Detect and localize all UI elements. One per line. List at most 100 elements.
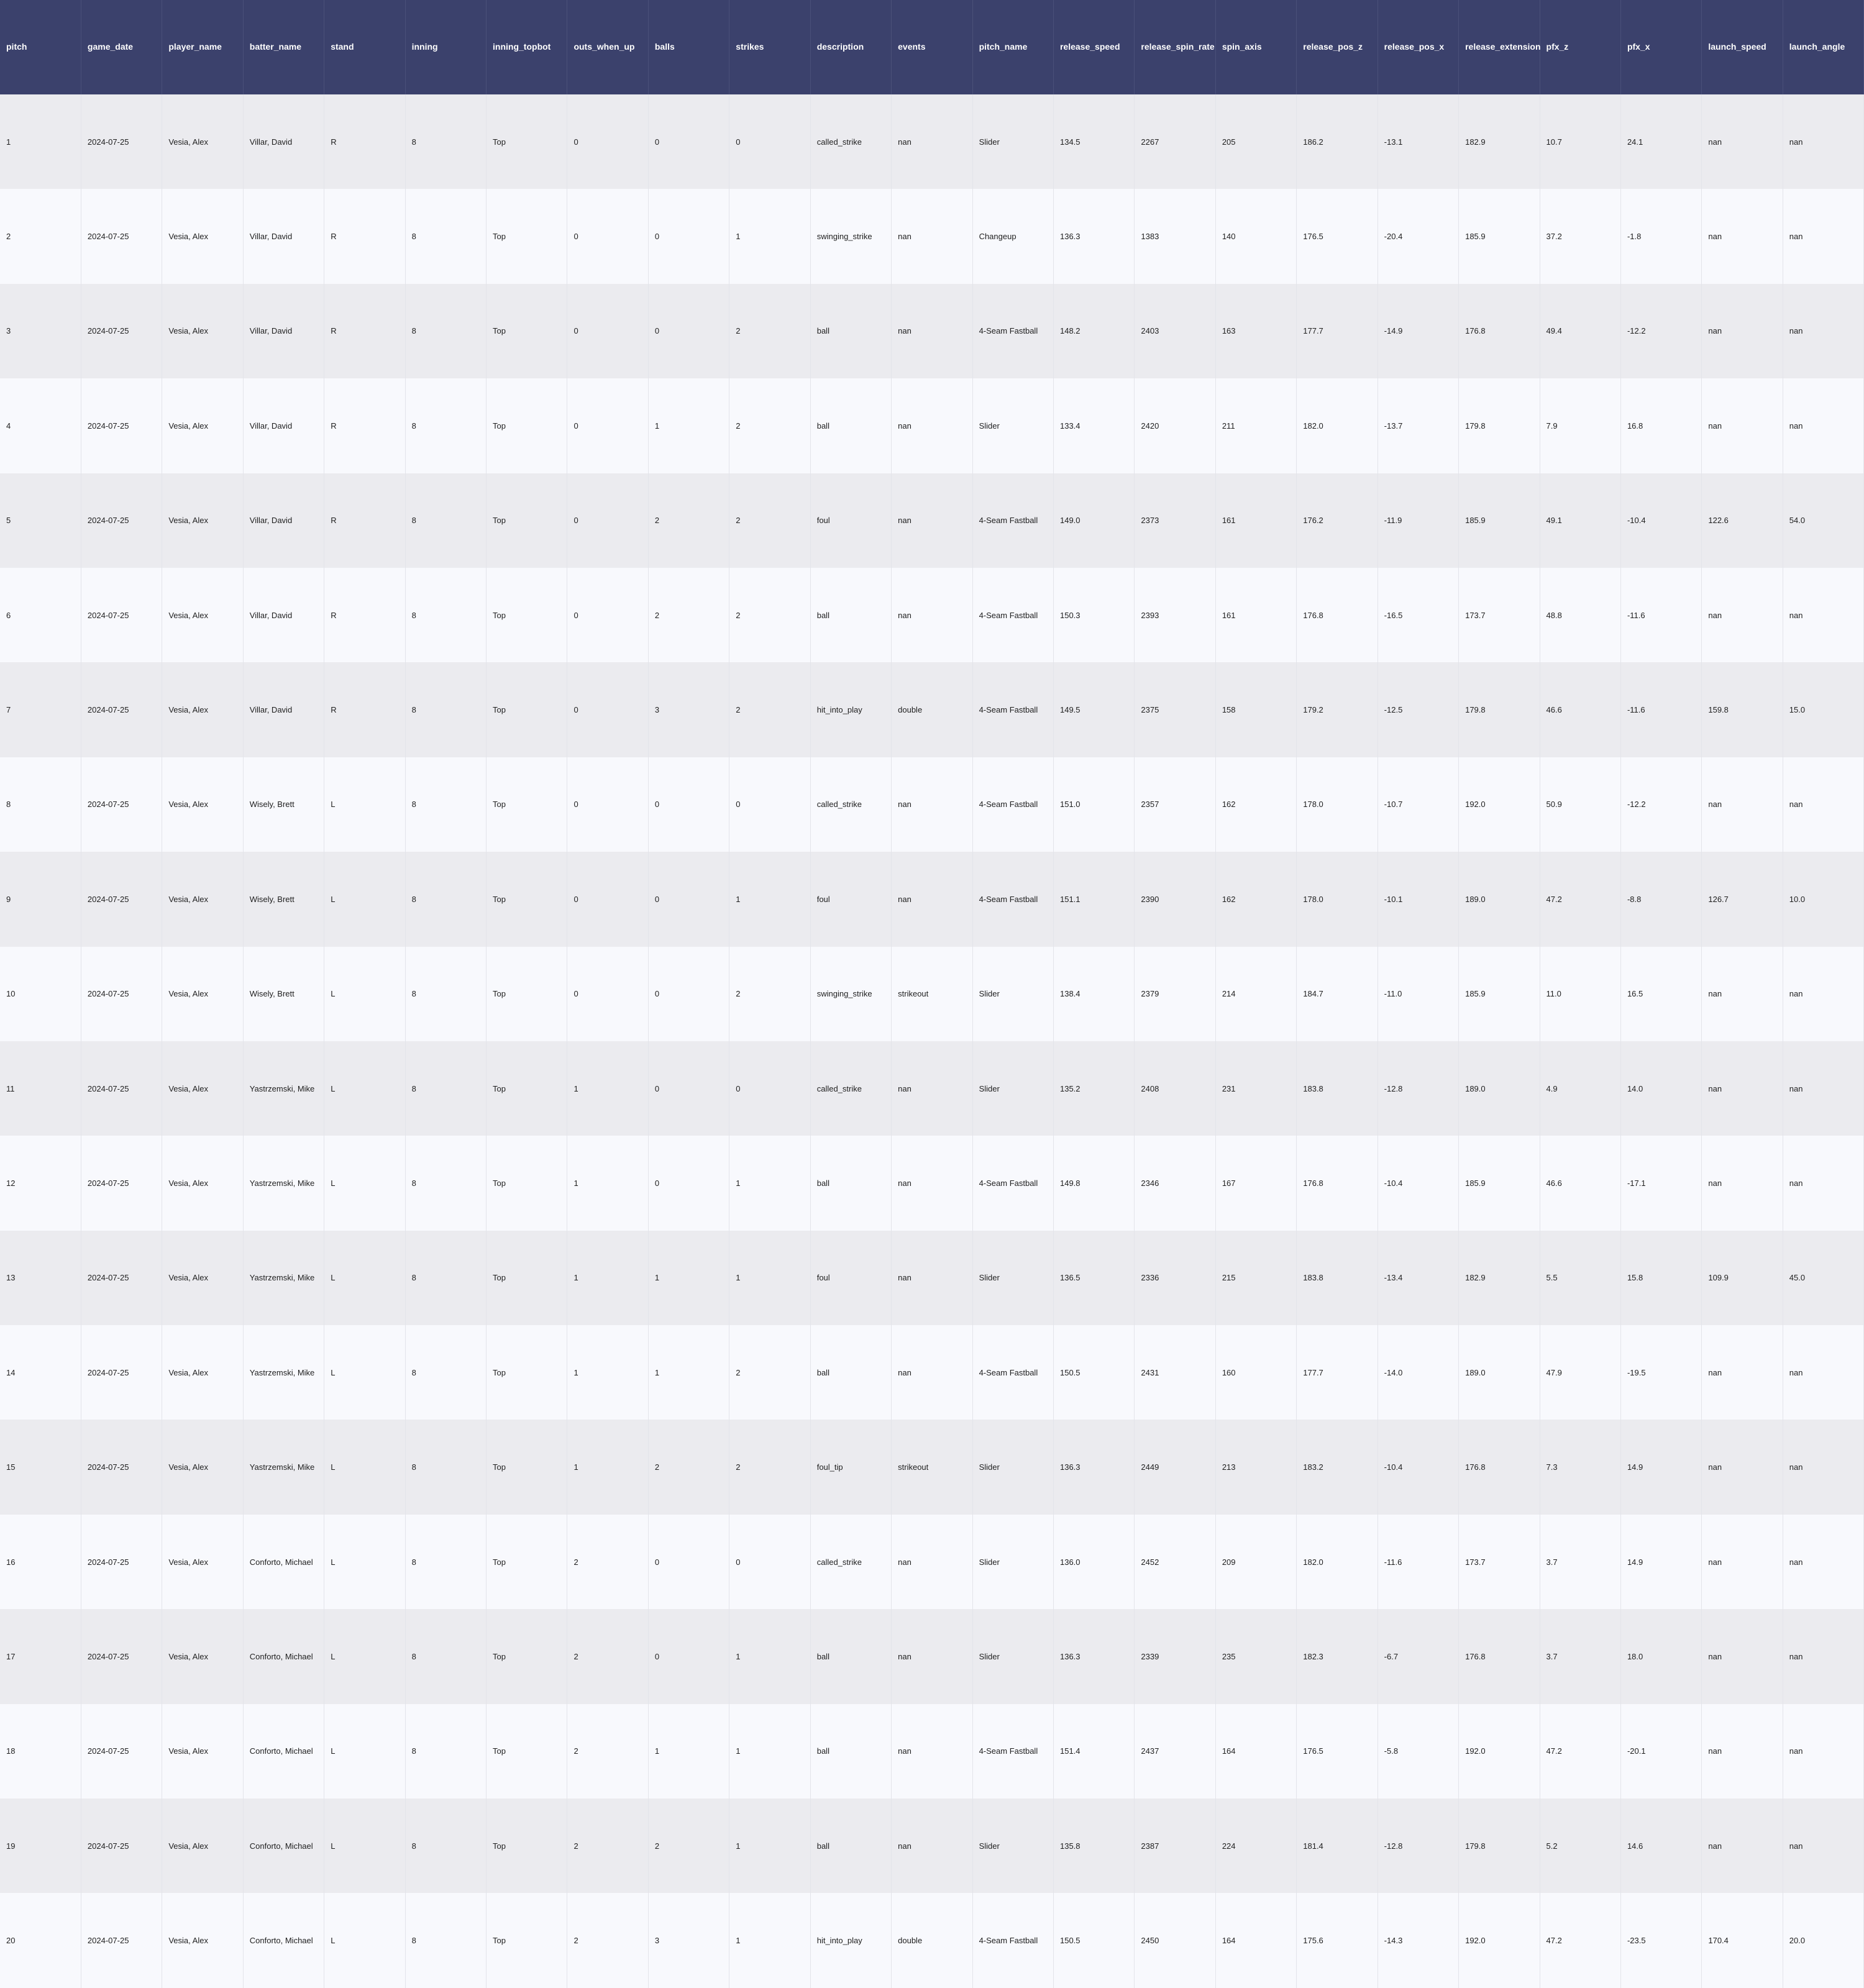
table-cell-strikes: 0 bbox=[729, 1041, 811, 1136]
table-cell-release-speed: 135.2 bbox=[1053, 1041, 1135, 1136]
table-row: 6 2024-07-25 Vesia, Alex Villar, David R 8 Top… bbox=[0, 567, 1864, 663]
table-cell-description: ball bbox=[810, 1609, 892, 1704]
table-cell-release-pos-z: 176.8 bbox=[1296, 567, 1378, 663]
table-cell-outs-when-up: 0 bbox=[567, 473, 649, 568]
table-cell-pfx-z: 49.4 bbox=[1540, 283, 1621, 379]
table-cell-spin-axis: 231 bbox=[1215, 1041, 1297, 1136]
table-cell-release-extension: 182.9 bbox=[1458, 1230, 1540, 1326]
table-cell-release-pos-x: -12.8 bbox=[1377, 1799, 1460, 1894]
table-cell-pitch: 16 bbox=[0, 1514, 81, 1610]
table-cell-spin-axis: 211 bbox=[1215, 378, 1297, 473]
column-header-label: game_date bbox=[87, 42, 134, 52]
table-cell-release-pos-x: -6.7 bbox=[1377, 1609, 1460, 1704]
table-cell-batter-name: Yastrzemski, Mike bbox=[243, 1136, 325, 1231]
table-cell-outs-when-up: 1 bbox=[567, 1230, 649, 1326]
column-header-events: events bbox=[891, 0, 973, 94]
table-cell-spin-axis: 158 bbox=[1215, 662, 1297, 757]
table-cell-release-pos-z: 178.0 bbox=[1296, 852, 1378, 947]
table-cell-inning: 8 bbox=[405, 378, 487, 473]
table-cell-pitch-name: 4-Seam Fastball bbox=[972, 1325, 1054, 1420]
table-cell-launch-speed: 126.7 bbox=[1701, 852, 1783, 947]
table-cell-player-name: Vesia, Alex bbox=[162, 94, 244, 189]
table-cell-balls: 2 bbox=[648, 1420, 730, 1515]
table-cell-release-pos-x: -14.9 bbox=[1377, 283, 1460, 379]
table-cell-events: nan bbox=[891, 1609, 973, 1704]
table-cell-events: strikeout bbox=[891, 946, 973, 1041]
table-cell-pitch-name: Slider bbox=[972, 946, 1054, 1041]
table-cell-release-pos-x: -13.7 bbox=[1377, 378, 1460, 473]
table-cell-inning: 8 bbox=[405, 1893, 487, 1988]
table-cell-pfx-x: -12.2 bbox=[1620, 757, 1702, 852]
table-cell-pfx-x: -20.1 bbox=[1620, 1703, 1702, 1799]
table-cell-inning: 8 bbox=[405, 946, 487, 1041]
table-cell-pfx-x: -17.1 bbox=[1620, 1136, 1702, 1231]
table-cell-spin-axis: 160 bbox=[1215, 1325, 1297, 1420]
table-cell-pitch-name: Slider bbox=[972, 1799, 1054, 1894]
table-cell-description: foul bbox=[810, 473, 892, 568]
table-cell-release-pos-z: 182.0 bbox=[1296, 378, 1378, 473]
table-cell-events: nan bbox=[891, 283, 973, 379]
table-cell-pitch: 3 bbox=[0, 283, 81, 379]
table-cell-outs-when-up: 0 bbox=[567, 852, 649, 947]
table-cell-release-speed: 133.4 bbox=[1053, 378, 1135, 473]
table-cell-strikes: 1 bbox=[729, 1893, 811, 1988]
table-cell-pfx-z: 7.9 bbox=[1540, 378, 1621, 473]
table-cell-launch-angle: 15.0 bbox=[1783, 662, 1864, 757]
table-cell-outs-when-up: 2 bbox=[567, 1514, 649, 1610]
table-cell-release-extension: 176.8 bbox=[1458, 1420, 1540, 1515]
table-cell-pitch-name: Slider bbox=[972, 94, 1054, 189]
table-cell-player-name: Vesia, Alex bbox=[162, 1230, 244, 1326]
table-cell-release-extension: 189.0 bbox=[1458, 1041, 1540, 1136]
table-cell-batter-name: Yastrzemski, Mike bbox=[243, 1420, 325, 1515]
table-cell-inning-topbot: Top bbox=[486, 567, 568, 663]
table-cell-inning-topbot: Top bbox=[486, 1799, 568, 1894]
table-cell-player-name: Vesia, Alex bbox=[162, 946, 244, 1041]
table-cell-launch-speed: 122.6 bbox=[1701, 473, 1783, 568]
table-row: 9 2024-07-25 Vesia, Alex Wisely, Brett L 8 Top… bbox=[0, 852, 1864, 947]
table-row: 19 2024-07-25 Vesia, Alex Conforto, Michael… bbox=[0, 1799, 1864, 1894]
table-row: 15 2024-07-25 Vesia, Alex Yastrzemski, Mike… bbox=[0, 1420, 1864, 1515]
table-cell-player-name: Vesia, Alex bbox=[162, 1420, 244, 1515]
table-cell-stand: L bbox=[324, 1514, 406, 1610]
table-cell-outs-when-up: 0 bbox=[567, 378, 649, 473]
table-cell-pitch: 9 bbox=[0, 852, 81, 947]
table-cell-launch-angle: nan bbox=[1783, 189, 1864, 284]
table-cell-batter-name: Yastrzemski, Mike bbox=[243, 1041, 325, 1136]
table-cell-batter-name: Wisely, Brett bbox=[243, 946, 325, 1041]
table-cell-launch-angle: nan bbox=[1783, 1041, 1864, 1136]
table-cell-pfx-z: 46.6 bbox=[1540, 1136, 1621, 1231]
table-cell-player-name: Vesia, Alex bbox=[162, 1703, 244, 1799]
table-cell-release-pos-z: 182.0 bbox=[1296, 1514, 1378, 1610]
table-cell-description: hit_into_play bbox=[810, 662, 892, 757]
table-cell-balls: 0 bbox=[648, 1514, 730, 1610]
table-cell-release-pos-z: 184.7 bbox=[1296, 946, 1378, 1041]
table-cell-inning-topbot: Top bbox=[486, 1609, 568, 1704]
table-cell-inning-topbot: Top bbox=[486, 1420, 568, 1515]
table-cell-balls: 1 bbox=[648, 1230, 730, 1326]
table-cell-inning-topbot: Top bbox=[486, 1136, 568, 1231]
table-cell-release-spin-rate: 2336 bbox=[1134, 1230, 1216, 1326]
column-header-release-pos-x: release_pos_x bbox=[1377, 0, 1460, 94]
table-cell-launch-speed: nan bbox=[1701, 1325, 1783, 1420]
table-cell-pfx-z: 5.5 bbox=[1540, 1230, 1621, 1326]
column-header-outs-when-up: outs_when_up bbox=[567, 0, 649, 94]
table-cell-inning: 8 bbox=[405, 1703, 487, 1799]
column-header-batter-name: batter_name bbox=[243, 0, 325, 94]
table-cell-outs-when-up: 2 bbox=[567, 1799, 649, 1894]
table-cell-launch-angle: 20.0 bbox=[1783, 1893, 1864, 1988]
table-cell-spin-axis: 162 bbox=[1215, 757, 1297, 852]
table-cell-release-pos-x: -5.8 bbox=[1377, 1703, 1460, 1799]
table-cell-release-spin-rate: 2437 bbox=[1134, 1703, 1216, 1799]
column-header-label: strikes bbox=[736, 42, 764, 52]
table-cell-spin-axis: 140 bbox=[1215, 189, 1297, 284]
table-cell-player-name: Vesia, Alex bbox=[162, 1514, 244, 1610]
table-cell-description: called_strike bbox=[810, 1041, 892, 1136]
table-cell-inning: 8 bbox=[405, 1230, 487, 1326]
table-cell-launch-angle: nan bbox=[1783, 1609, 1864, 1704]
table-cell-events: nan bbox=[891, 1041, 973, 1136]
table-cell-release-pos-z: 176.2 bbox=[1296, 473, 1378, 568]
table-cell-release-extension: 185.9 bbox=[1458, 189, 1540, 284]
table-cell-pfx-z: 47.2 bbox=[1540, 1703, 1621, 1799]
table-cell-release-pos-z: 179.2 bbox=[1296, 662, 1378, 757]
table-cell-pitch-name: Slider bbox=[972, 1230, 1054, 1326]
